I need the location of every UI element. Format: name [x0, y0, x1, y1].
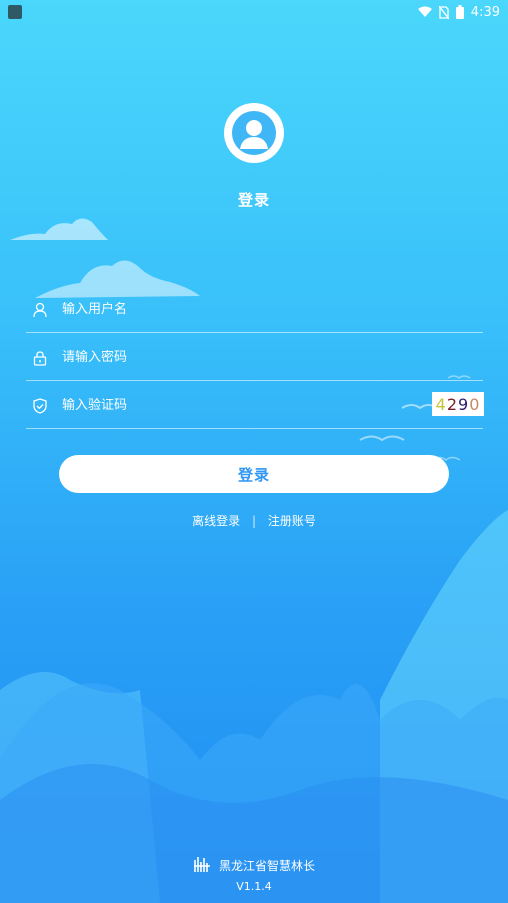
- captcha-image[interactable]: 4290: [432, 392, 484, 416]
- password-input[interactable]: [62, 350, 483, 365]
- user-silhouette-icon: [232, 111, 276, 155]
- captcha-digit: 9: [458, 394, 470, 414]
- status-time: 4:39: [470, 4, 500, 20]
- offline-login-link[interactable]: 离线登录: [192, 514, 240, 528]
- no-sim-icon: [438, 5, 449, 19]
- app-name: 黑龙江省智慧林长: [218, 858, 315, 873]
- captcha-digit: 4: [435, 394, 447, 414]
- captcha-digit: 0: [469, 394, 481, 414]
- status-bar: 4:39: [0, 0, 508, 24]
- notification-icon: [8, 5, 22, 19]
- captcha-input[interactable]: [62, 398, 483, 413]
- wifi-icon: [417, 6, 432, 17]
- captcha-digit: 2: [446, 394, 458, 414]
- captcha-field: [26, 383, 483, 429]
- register-link[interactable]: 注册账号: [268, 514, 316, 528]
- battery-icon: [455, 5, 464, 19]
- shield-icon: [32, 397, 48, 414]
- username-input[interactable]: [62, 302, 483, 317]
- app-version: V1.1.4: [236, 880, 272, 893]
- secondary-links: 离线登录 | 注册账号: [0, 512, 508, 529]
- user-icon: [32, 302, 48, 318]
- lock-icon: [32, 350, 48, 366]
- page-title: 登录: [237, 191, 270, 209]
- password-field: [26, 335, 483, 381]
- avatar: [224, 103, 284, 163]
- link-separator: |: [251, 514, 257, 528]
- footer-brand: 黑龙江省智慧林长: [0, 856, 508, 874]
- forest-logo-icon: [193, 857, 210, 872]
- login-button[interactable]: 登录: [59, 455, 449, 493]
- username-field: [26, 287, 483, 333]
